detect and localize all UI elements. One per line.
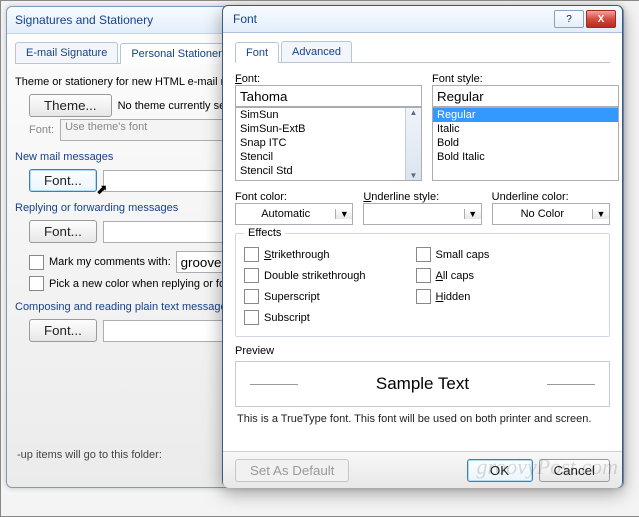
help-button[interactable]: ? <box>554 10 584 28</box>
font-column: Font: SimSun SimSun-ExtB Snap ITC Stenci… <box>235 73 422 181</box>
followup-folder-label: -up items will go to this folder: <box>17 449 162 461</box>
strikethrough-label: Strikethrough <box>264 249 329 261</box>
underline-color-label: Underline color: <box>492 191 610 203</box>
plain-font-button[interactable]: Font... <box>29 319 97 342</box>
tab-font[interactable]: Font <box>235 42 279 63</box>
list-item[interactable]: SimSun-ExtB <box>236 122 405 136</box>
reply-font-button[interactable]: Font... <box>29 220 97 243</box>
effects-legend: Effects <box>244 227 285 239</box>
subscript-label: Subscript <box>264 312 310 324</box>
chevron-down-icon: ▼ <box>464 209 481 219</box>
font-color-row: Font color: Automatic ▼ Underline style:… <box>235 191 610 225</box>
font-style-input[interactable] <box>432 85 619 107</box>
subscript-checkbox[interactable] <box>244 310 259 325</box>
tab-advanced[interactable]: Advanced <box>281 41 352 62</box>
list-item[interactable]: SimSun <box>236 108 405 122</box>
chevron-down-icon: ▼ <box>335 209 352 219</box>
reply-sample <box>103 221 233 243</box>
list-item[interactable]: Bold Italic <box>433 150 618 164</box>
strikethrough-checkbox[interactable] <box>244 247 259 262</box>
screenshot-root: Signatures and Stationery E-mail Signatu… <box>0 0 639 517</box>
font-label: Font: <box>235 73 422 85</box>
all-caps-label: All caps <box>436 270 475 282</box>
pick-color-checkbox[interactable] <box>29 276 44 291</box>
double-strikethrough-label: Double strikethrough <box>264 270 366 282</box>
hidden-label: Hidden <box>436 291 471 303</box>
theme-button[interactable]: Theme... <box>29 94 112 117</box>
font-list-scrollbar[interactable]: ▲▼ <box>405 108 421 180</box>
truetype-note: This is a TrueType font. This font will … <box>237 413 608 425</box>
font-window-controls: ? X <box>554 10 622 28</box>
underline-color-combo[interactable]: No Color ▼ <box>492 203 610 225</box>
font-body: Font Advanced Font: SimSun SimSun-ExtB S… <box>223 33 622 451</box>
mark-comments-label: Mark my comments with: <box>49 256 171 268</box>
close-icon: X <box>598 14 605 25</box>
font-title: Font <box>223 12 554 26</box>
chevron-down-icon: ▼ <box>592 209 609 219</box>
ok-button[interactable]: OK <box>467 459 533 482</box>
tab-email-signature[interactable]: E-mail Signature <box>15 42 118 63</box>
list-item[interactable]: Bold <box>433 136 618 150</box>
underline-color-value: No Color <box>493 208 592 220</box>
font-theme-field: Use theme's font <box>60 119 230 141</box>
list-item[interactable]: Italic <box>433 122 618 136</box>
font-dialog-window: Font ? X Font Advanced Font: SimSun Sim <box>222 5 623 487</box>
font-tabs: Font Advanced <box>235 41 610 63</box>
underline-style-label: Underline style: <box>363 191 481 203</box>
list-item[interactable]: Stencil Std <box>236 164 405 178</box>
preview-box: Sample Text <box>235 361 610 407</box>
font-list[interactable]: SimSun SimSun-ExtB Snap ITC Stencil Sten… <box>235 107 422 181</box>
hidden-checkbox[interactable] <box>416 289 431 304</box>
all-caps-checkbox[interactable] <box>416 268 431 283</box>
list-item[interactable]: Snap ITC <box>236 136 405 150</box>
font-color-combo[interactable]: Automatic ▼ <box>235 203 353 225</box>
preview-label: Preview <box>235 345 274 357</box>
set-as-default-button: Set As Default <box>235 459 349 482</box>
list-item[interactable]: Regular <box>433 108 618 122</box>
font-name-input[interactable] <box>235 85 422 107</box>
font-titlebar: Font ? X <box>223 6 622 33</box>
font-color-label: Font color: <box>235 191 353 203</box>
font-style-label: Font style: <box>432 73 619 85</box>
superscript-label: Superscript <box>264 291 320 303</box>
small-caps-checkbox[interactable] <box>416 247 431 262</box>
help-icon: ? <box>566 14 572 25</box>
font-style-list[interactable]: Regular Italic Bold Bold Italic <box>432 107 619 181</box>
cancel-button[interactable]: Cancel <box>539 459 611 482</box>
preview-section: Preview Sample Text This is a TrueType f… <box>235 345 610 425</box>
superscript-checkbox[interactable] <box>244 289 259 304</box>
list-item[interactable]: Stencil <box>236 150 405 164</box>
font-color-value: Automatic <box>236 208 335 220</box>
tab-personal-stationery[interactable]: Personal Stationery <box>120 43 238 64</box>
double-strikethrough-checkbox[interactable] <box>244 268 259 283</box>
font-top-columns: Font: SimSun SimSun-ExtB Snap ITC Stenci… <box>235 73 610 181</box>
mark-comments-checkbox[interactable] <box>29 255 44 270</box>
sig-title: Signatures and Stationery <box>15 13 153 27</box>
underline-style-combo[interactable]: ▼ <box>363 203 481 225</box>
close-button[interactable]: X <box>586 10 616 28</box>
preview-text: Sample Text <box>376 374 469 394</box>
plain-sample <box>103 320 233 342</box>
font-label: Font: <box>29 124 54 136</box>
new-mail-sample <box>103 170 233 192</box>
effects-group: Effects Strikethrough Double strikethrou… <box>235 233 610 337</box>
font-footer: Set As Default OK Cancel <box>223 451 622 488</box>
font-style-column: Font style: Regular Italic Bold Bold Ita… <box>432 73 619 181</box>
new-mail-font-button[interactable]: Font... <box>29 169 97 192</box>
small-caps-label: Small caps <box>436 249 490 261</box>
